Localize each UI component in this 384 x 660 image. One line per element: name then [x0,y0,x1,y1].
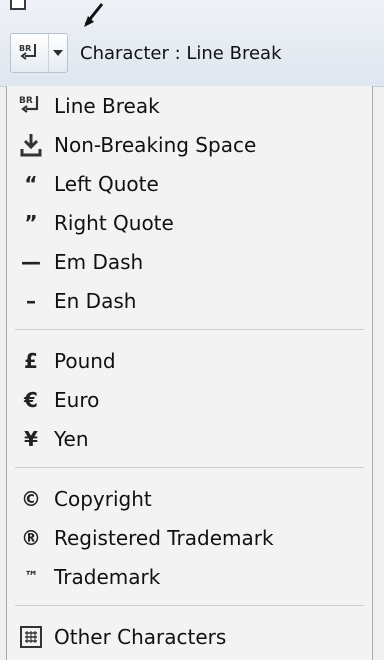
menu-item-line-break[interactable]: BR Line Break [7,86,372,125]
menu-item-euro[interactable]: € Euro [7,380,372,419]
menu-item-label: Registered Trademark [54,525,274,550]
other-characters-icon [16,622,46,652]
pound-icon: £ [24,348,38,373]
registered-trademark-icon: ® [21,525,41,550]
menu-item-registered-trademark[interactable]: ® Registered Trademark [7,518,372,557]
menu-item-trademark[interactable]: ™ Trademark [7,557,372,596]
svg-text:BR: BR [19,96,33,106]
menu-item-pound[interactable]: £ Pound [7,341,372,380]
menu-item-left-quote[interactable]: “ Left Quote [7,164,372,203]
line-break-icon: BR [19,44,36,60]
menu-item-label: Yen [54,426,89,451]
menu-item-en-dash[interactable]: – En Dash [7,281,372,320]
character-split-button[interactable]: BR [10,33,68,73]
pointer-arrow-icon [84,3,104,27]
split-dropdown-toggle[interactable] [49,34,67,72]
copyright-icon: © [21,486,41,511]
menu-item-label: Trademark [54,564,161,589]
svg-text:BR: BR [19,44,31,53]
line-break-split-left[interactable]: BR [11,34,49,72]
character-menu: BR Line Break Non-Breaking Space “ Left … [6,86,373,660]
menu-item-label: Em Dash [54,249,144,274]
menu-item-label: En Dash [54,288,137,313]
trademark-icon: ™ [24,568,38,585]
menu-item-label: Non-Breaking Space [54,132,257,157]
menu-item-label: Other Characters [54,624,227,649]
toolbar-button-label[interactable]: Character : Line Break [80,43,282,64]
menu-item-label: Euro [54,387,100,412]
menu-item-label: Left Quote [54,171,159,196]
separator [15,605,364,606]
chevron-down-icon [53,50,63,56]
menu-item-right-quote[interactable]: ” Right Quote [7,203,372,242]
menu-item-other-characters[interactable]: Other Characters [7,617,372,656]
partial-toolbar-icon [10,0,26,10]
menu-item-label: Right Quote [54,210,174,235]
menu-item-label: Copyright [54,486,152,511]
en-dash-icon: – [26,288,36,313]
separator [15,467,364,468]
menu-item-label: Pound [54,348,116,373]
menu-item-non-breaking-space[interactable]: Non-Breaking Space [7,125,372,164]
menu-item-copyright[interactable]: © Copyright [7,479,372,518]
yen-icon: ¥ [24,426,38,451]
non-breaking-space-icon [16,130,46,160]
right-quote-icon: ” [24,210,38,235]
menu-item-label: Line Break [54,93,160,118]
line-break-icon: BR [16,91,46,121]
menu-item-em-dash[interactable]: — Em Dash [7,242,372,281]
separator [15,329,364,330]
em-dash-icon: — [21,249,41,274]
euro-icon: € [24,387,38,412]
toolbar: BR Character : Line Break [0,0,384,87]
menu-item-yen[interactable]: ¥ Yen [7,419,372,458]
left-quote-icon: “ [24,171,38,196]
